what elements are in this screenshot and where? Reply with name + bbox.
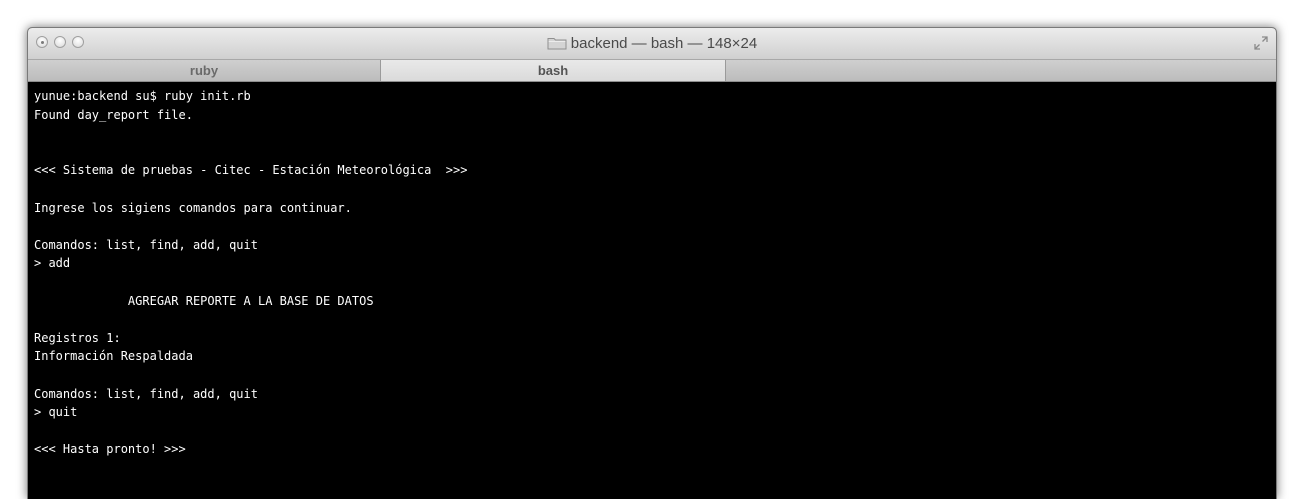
tab-ruby[interactable]: ruby bbox=[28, 60, 381, 81]
tab-bar: ruby bash bbox=[28, 60, 1276, 82]
tab-label: bash bbox=[537, 63, 569, 78]
terminal-line: Comandos: list, find, add, quit bbox=[34, 386, 258, 401]
terminal-line: <<< Sistema de pruebas - Citec - Estació… bbox=[34, 163, 468, 178]
terminal-line: AGREGAR REPORTE A LA BASE DE DATOS bbox=[34, 293, 374, 308]
tab-label: ruby bbox=[189, 63, 219, 78]
terminal-line: Found day_report file. bbox=[34, 107, 193, 122]
terminal-line: > add bbox=[34, 256, 71, 271]
title-bar[interactable]: backend — bash — 148×24 bbox=[28, 28, 1276, 60]
terminal-line: yunue:backend su$ ruby init.rb bbox=[34, 89, 251, 103]
terminal-line: Comandos: list, find, add, quit bbox=[34, 237, 258, 252]
tab-bash[interactable]: bash bbox=[381, 60, 726, 81]
window-title: backend — bash — 148×24 bbox=[570, 35, 758, 52]
terminal-line: Registros 1: bbox=[34, 330, 121, 345]
terminal-line: Ingrese los sigiens comandos para contin… bbox=[34, 200, 352, 215]
terminal-line: <<< Hasta pronto! >>> bbox=[34, 442, 186, 457]
fullscreen-icon[interactable] bbox=[1254, 36, 1268, 50]
terminal-line: Información Respaldada bbox=[34, 349, 193, 364]
terminal-window: backend — bash — 148×24 ruby bash yunue:… bbox=[27, 27, 1277, 499]
terminal-line: > quit bbox=[34, 405, 78, 420]
window-title-container: backend — bash — 148×24 bbox=[28, 28, 1276, 59]
folder-icon bbox=[547, 38, 567, 50]
terminal-output[interactable]: yunue:backend su$ ruby init.rb Found day… bbox=[34, 87, 1270, 499]
